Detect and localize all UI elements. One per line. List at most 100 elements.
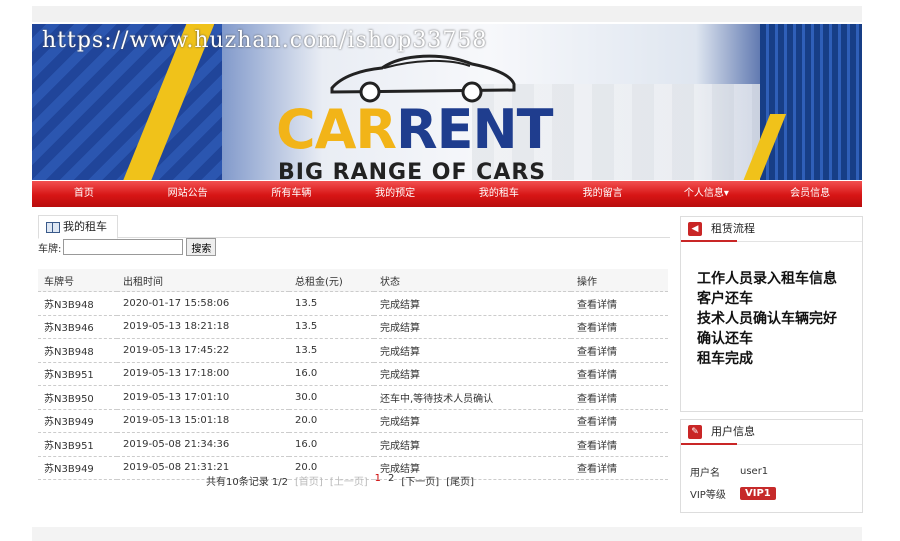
cell-time: 2019-05-13 15:01:18: [117, 409, 289, 433]
nav-all-vehicles[interactable]: 所有车辆: [240, 181, 344, 207]
search-button[interactable]: 搜索: [186, 238, 217, 256]
vip-badge: VIP1: [740, 486, 776, 500]
col-plate: 车牌号: [38, 269, 117, 292]
rental-panel: 我的租车 车牌: 搜索 车牌号 出租时间 总租金(元) 状态 操作 苏N3B94…: [32, 215, 672, 515]
cell-time: 2019-05-13 17:45:22: [117, 338, 289, 363]
cell-time: 2019-05-13 17:18:00: [117, 362, 289, 386]
pagination: 共有10条记录 1/2 [首页] [上一页] 1 2 [下一页] [尾页]: [206, 473, 474, 488]
section-header: 我的租车: [38, 215, 670, 239]
process-step: 客户还车: [697, 291, 753, 307]
view-details-link[interactable]: 查看详情: [571, 362, 668, 386]
cell-plate: 苏N3B951: [38, 432, 117, 457]
site-logo: CARRENT: [276, 102, 554, 158]
nav-announcements[interactable]: 网站公告: [136, 181, 240, 207]
cell-time: 2019-05-13 18:21:18: [117, 315, 289, 339]
pager-last[interactable]: [尾页]: [446, 473, 474, 488]
cell-time: 2020-01-17 15:58:06: [117, 291, 289, 316]
header-accent-bar: [681, 443, 737, 445]
banner-right-panel: [760, 24, 862, 180]
logo-rent-text: RENT: [396, 98, 553, 161]
cell-status: 完成结算: [374, 291, 571, 316]
cell-status: 完成结算: [374, 432, 571, 457]
nav-home[interactable]: 首页: [32, 181, 136, 207]
pager-next[interactable]: [下一页]: [401, 473, 439, 488]
cell-plate: 苏N3B946: [38, 315, 117, 339]
nav-member-info[interactable]: 会员信息: [758, 181, 862, 207]
main-nav: 首页 网站公告 所有车辆 我的预定 我的租车 我的留言 个人信息▾ 会员信息: [32, 181, 862, 207]
speaker-icon: ◀: [688, 222, 702, 236]
cell-plate: 苏N3B949: [38, 409, 117, 433]
nav-personal-info[interactable]: 个人信息▾: [655, 181, 759, 207]
footer-strip: [32, 527, 862, 541]
table-row: 苏N3B948 2019-05-13 17:45:22 13.5 完成结算 查看…: [38, 338, 668, 363]
logo-tagline: BIG RANGE OF CARS: [278, 160, 547, 180]
view-details-link[interactable]: 查看详情: [571, 315, 668, 339]
col-rent-time: 出租时间: [117, 269, 289, 292]
view-details-link[interactable]: 查看详情: [571, 385, 668, 410]
process-header: ◀ 租赁流程: [681, 217, 862, 242]
nav-my-messages[interactable]: 我的留言: [551, 181, 655, 207]
car-outline-icon: [330, 54, 516, 103]
watermark-url: https://www.huzhan.com/ishop33758: [42, 28, 488, 53]
cell-status: 完成结算: [374, 338, 571, 363]
table-row: 苏N3B951 2019-05-13 17:18:00 16.0 完成结算 查看…: [38, 362, 668, 386]
col-total-rent: 总租金(元): [289, 269, 374, 292]
username-value: user1: [740, 465, 769, 477]
process-step: 确认还车: [697, 331, 753, 347]
cell-amount: 13.5: [289, 315, 374, 339]
pager-page-1: 1: [374, 473, 381, 484]
view-details-link[interactable]: 查看详情: [571, 291, 668, 316]
cell-status: 完成结算: [374, 362, 571, 386]
table-row: 苏N3B948 2020-01-17 15:58:06 13.5 完成结算 查看…: [38, 291, 668, 316]
username-label: 用户名: [690, 467, 720, 479]
logo-car-text: CAR: [276, 98, 397, 161]
cell-time: 2019-05-08 21:34:36: [117, 432, 289, 457]
site-banner: CARRENT BIG RANGE OF CARS https://www.hu…: [32, 24, 862, 180]
section-title: 我的租车: [63, 220, 107, 233]
view-details-link[interactable]: 查看详情: [571, 432, 668, 457]
user-info-header: ✎ 用户信息: [681, 420, 862, 445]
cell-amount: 16.0: [289, 362, 374, 386]
process-step: 租车完成: [697, 351, 753, 367]
cell-status: 完成结算: [374, 409, 571, 433]
pager-page-2[interactable]: 2: [388, 473, 394, 488]
pager-summary: 共有10条记录 1/2: [206, 477, 288, 488]
cell-status: 还车中,等待技术人员确认: [374, 385, 571, 410]
book-icon: [46, 222, 60, 233]
col-status: 状态: [374, 269, 571, 292]
table-row: 苏N3B951 2019-05-08 21:34:36 16.0 完成结算 查看…: [38, 432, 668, 457]
pager-first: [首页]: [295, 477, 323, 488]
user-info-details: 用户名 user1 VIP等级 VIP1: [690, 460, 776, 504]
process-steps: 工作人员录入租车信息 客户还车 技术人员确认车辆完好 确认还车 租车完成: [697, 269, 837, 369]
view-details-link[interactable]: 查看详情: [571, 456, 668, 480]
process-title: 租赁流程: [711, 222, 755, 235]
user-info-title: 用户信息: [711, 425, 755, 438]
nav-my-rentals[interactable]: 我的租车: [447, 181, 551, 207]
cell-plate: 苏N3B948: [38, 338, 117, 363]
cell-amount: 20.0: [289, 409, 374, 433]
rental-process-box: ◀ 租赁流程 工作人员录入租车信息 客户还车 技术人员确认车辆完好 确认还车 租…: [680, 216, 863, 412]
cell-plate: 苏N3B948: [38, 291, 117, 316]
nav-my-reservations[interactable]: 我的预定: [343, 181, 447, 207]
cell-plate: 苏N3B951: [38, 362, 117, 386]
process-step: 技术人员确认车辆完好: [697, 311, 837, 327]
vip-row: VIP等级 VIP1: [690, 482, 776, 504]
pager-prev: [上一页]: [329, 477, 368, 488]
cell-amount: 30.0: [289, 385, 374, 410]
view-details-link[interactable]: 查看详情: [571, 409, 668, 433]
process-step: 工作人员录入租车信息: [697, 271, 837, 287]
table-row: 苏N3B946 2019-05-13 18:21:18 13.5 完成结算 查看…: [38, 315, 668, 339]
cell-plate: 苏N3B950: [38, 385, 117, 410]
cell-amount: 13.5: [289, 291, 374, 316]
edit-icon: ✎: [688, 425, 702, 439]
plate-search-input[interactable]: [63, 239, 184, 255]
cell-time: 2019-05-13 17:01:10: [117, 385, 289, 410]
cell-amount: 16.0: [289, 432, 374, 457]
search-bar: 车牌: 搜索: [38, 238, 217, 256]
header-accent-bar: [681, 240, 737, 242]
view-details-link[interactable]: 查看详情: [571, 338, 668, 363]
vip-label: VIP等级: [690, 489, 726, 501]
table-row: 苏N3B950 2019-05-13 17:01:10 30.0 还车中,等待技…: [38, 385, 668, 410]
cell-status: 完成结算: [374, 315, 571, 339]
top-strip: [32, 6, 862, 22]
